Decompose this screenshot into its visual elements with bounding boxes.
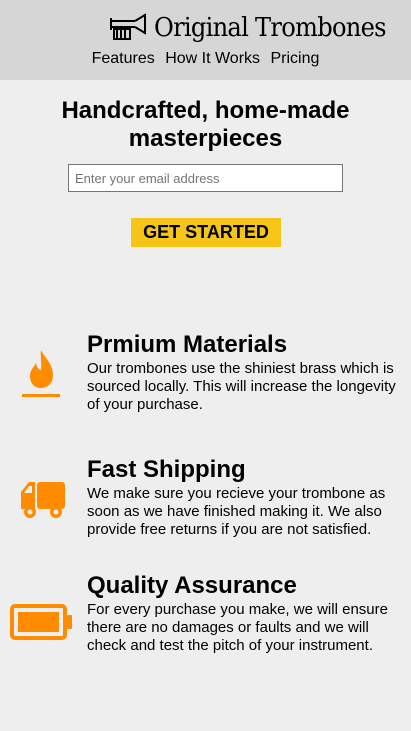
- truck-icon: [19, 480, 67, 519]
- feature-title: Fast Shipping: [87, 456, 246, 483]
- feature-description: For every purchase you make, we will ens…: [87, 601, 388, 654]
- feature-description: We make sure you recieve your trombone a…: [87, 485, 386, 538]
- hero-heading: Handcrafted, home-made masterpieces: [61, 97, 350, 152]
- nav-link-pricing[interactable]: Pricing: [270, 50, 319, 67]
- brand-name: Original Trombones: [154, 13, 387, 43]
- brand-logo[interactable]: Original Trombones: [109, 12, 403, 44]
- site-header: Original Trombones Features How It Works…: [0, 0, 411, 80]
- email-field[interactable]: [68, 164, 343, 192]
- feature-description: Our trombones use the shiniest brass whi…: [87, 360, 396, 413]
- feature-title: Prmium Materials: [87, 331, 288, 358]
- battery-full-icon: [10, 604, 73, 640]
- trombone-icon: [110, 13, 146, 40]
- get-started-button[interactable]: GET STARTED: [131, 218, 281, 247]
- nav-link-how-it-works[interactable]: How It Works: [165, 50, 260, 67]
- main-nav: Features How It Works Pricing: [0, 49, 411, 68]
- nav-link-features[interactable]: Features: [92, 50, 155, 67]
- fire-icon: [21, 348, 61, 398]
- feature-title: Quality Assurance: [87, 572, 297, 599]
